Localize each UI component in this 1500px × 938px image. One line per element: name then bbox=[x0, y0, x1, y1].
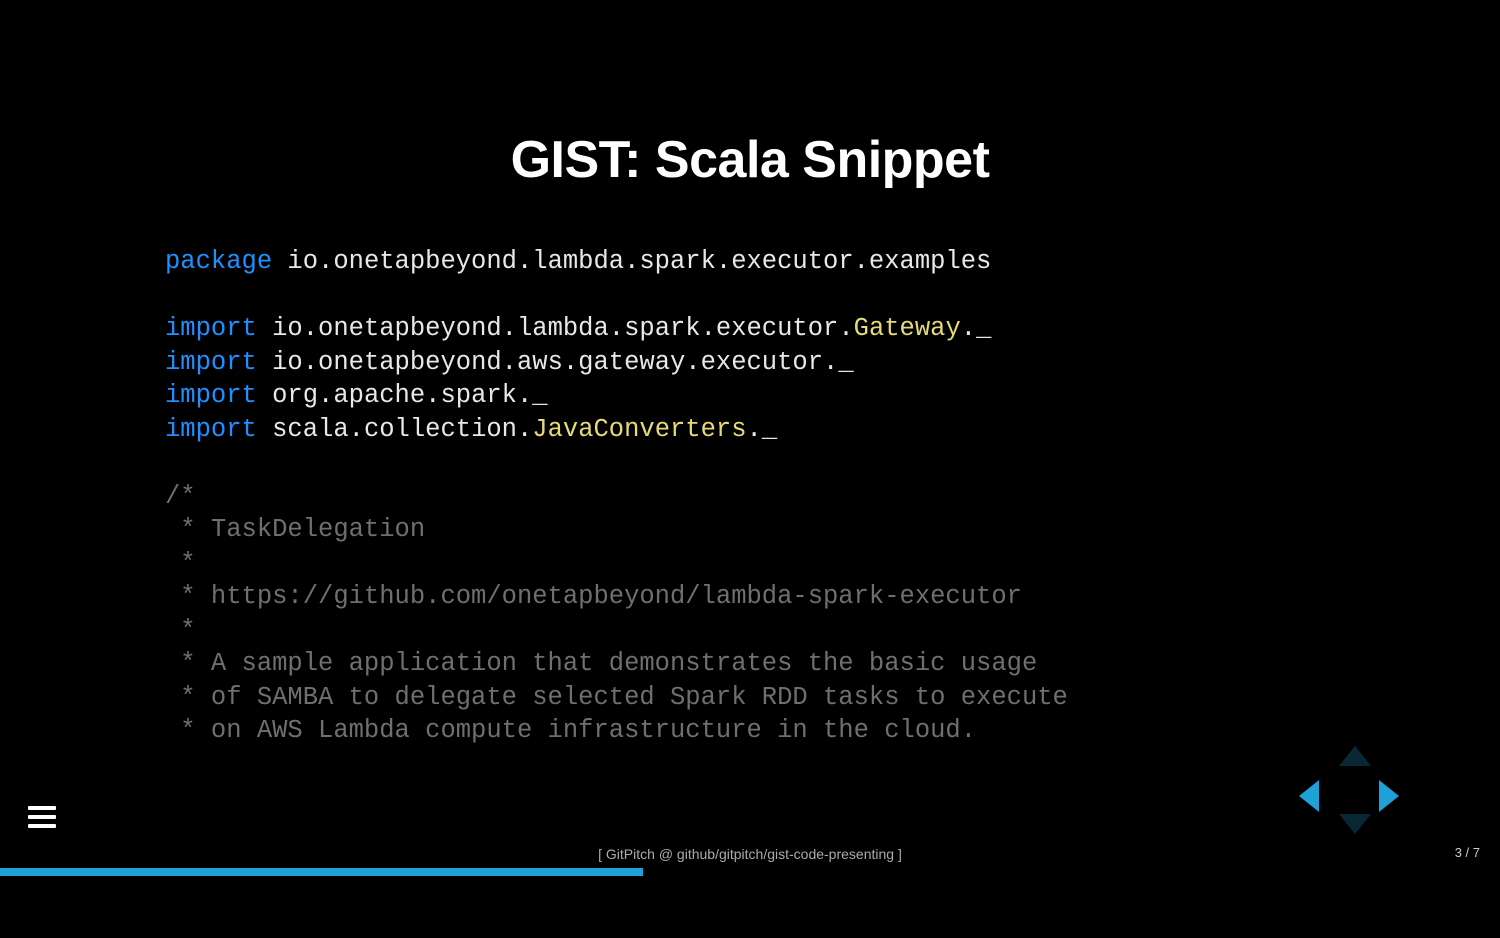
bottom-strip bbox=[0, 876, 1500, 938]
menu-bar bbox=[28, 815, 56, 819]
code-token: Gateway bbox=[854, 314, 961, 343]
arrow-right-icon[interactable] bbox=[1379, 780, 1399, 812]
slide-title: GIST: Scala Snippet bbox=[511, 130, 990, 190]
code-token: io.onetapbeyond.lambda.spark.executor. bbox=[257, 314, 854, 343]
code-token: ._ bbox=[747, 415, 778, 444]
arrow-up-icon bbox=[1339, 746, 1371, 766]
code-token: * A sample application that demonstrates… bbox=[165, 649, 1037, 678]
footer-label: [ GitPitch @ github/gitpitch/gist-code-p… bbox=[0, 846, 1500, 862]
arrow-down-icon bbox=[1339, 814, 1371, 834]
code-token: package bbox=[165, 247, 272, 276]
code-token: scala.collection. bbox=[257, 415, 532, 444]
code-token: ._ bbox=[961, 314, 992, 343]
code-token: import bbox=[165, 381, 257, 410]
code-token: /* bbox=[165, 482, 196, 511]
menu-bar bbox=[28, 806, 56, 810]
nav-arrows bbox=[1295, 756, 1405, 836]
menu-bar bbox=[28, 824, 56, 828]
arrow-left-icon[interactable] bbox=[1299, 780, 1319, 812]
code-token: io.onetapbeyond.aws.gateway.executor._ bbox=[257, 348, 854, 377]
progress-bar bbox=[0, 868, 643, 876]
code-token: * https://github.com/onetapbeyond/lambda… bbox=[165, 582, 1022, 611]
code-block: package io.onetapbeyond.lambda.spark.exe… bbox=[165, 245, 1068, 748]
menu-icon[interactable] bbox=[28, 806, 56, 828]
code-token: * of SAMBA to delegate selected Spark RD… bbox=[165, 683, 1068, 712]
page-counter: 3 / 7 bbox=[1455, 845, 1480, 860]
code-token: * on AWS Lambda compute infrastructure i… bbox=[165, 716, 976, 745]
code-token: import bbox=[165, 348, 257, 377]
code-token: JavaConverters bbox=[532, 415, 746, 444]
code-token: * TaskDelegation bbox=[165, 515, 425, 544]
code-token: * bbox=[165, 549, 196, 578]
code-token: * bbox=[165, 616, 196, 645]
code-token: org.apache.spark._ bbox=[257, 381, 548, 410]
code-token: import bbox=[165, 415, 257, 444]
code-token: io.onetapbeyond.lambda.spark.executor.ex… bbox=[272, 247, 991, 276]
code-token: import bbox=[165, 314, 257, 343]
slide: GIST: Scala Snippet package io.onetapbey… bbox=[0, 0, 1500, 938]
